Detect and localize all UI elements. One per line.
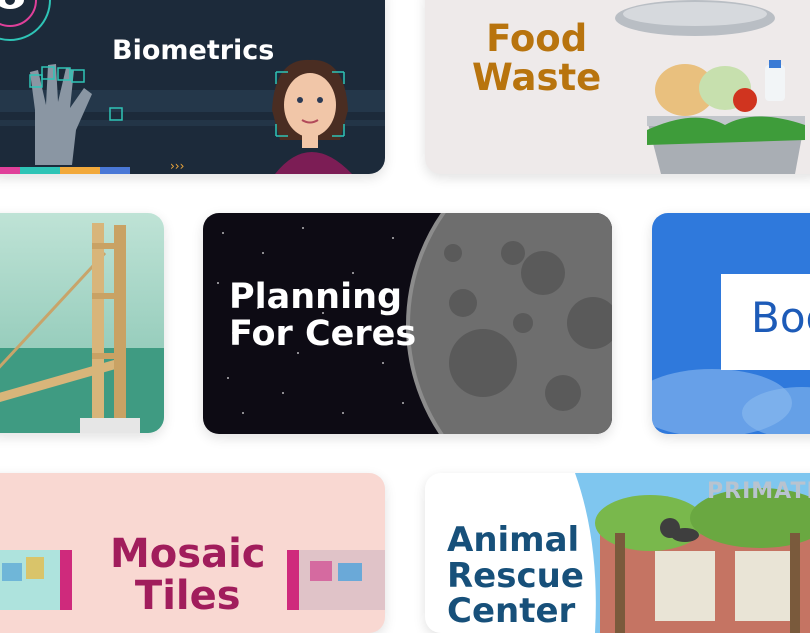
card-food-waste[interactable]: Food Waste — [425, 0, 810, 174]
card-title: Biometrics — [112, 35, 275, 66]
card-title: Boo — [751, 293, 810, 342]
boo-label-box: Boo — [721, 274, 810, 370]
card-title: Planning For Ceres — [229, 277, 417, 354]
card-animal-rescue-center[interactable]: PRIMATE Animal Rescue Center — [425, 473, 810, 633]
biometrics-illustration: ››› — [0, 0, 385, 174]
svg-text:›››: ››› — [170, 159, 184, 173]
card-title: Food Waste — [472, 17, 602, 99]
card-bridge[interactable] — [0, 213, 164, 433]
card-mosaic-tiles[interactable]: Mosaic Tiles — [0, 473, 385, 633]
card-title: Mosaic Tiles — [110, 531, 266, 619]
card-planning-for-ceres[interactable]: Planning For Ceres — [203, 213, 612, 434]
card-biometrics[interactable]: ››› Biometrics — [0, 0, 385, 174]
bridge-illustration — [0, 213, 164, 433]
card-title: Animal Rescue Center — [447, 520, 584, 632]
banner-text: PRIMATE — [707, 479, 810, 504]
card-boo[interactable]: Boo — [652, 213, 810, 434]
